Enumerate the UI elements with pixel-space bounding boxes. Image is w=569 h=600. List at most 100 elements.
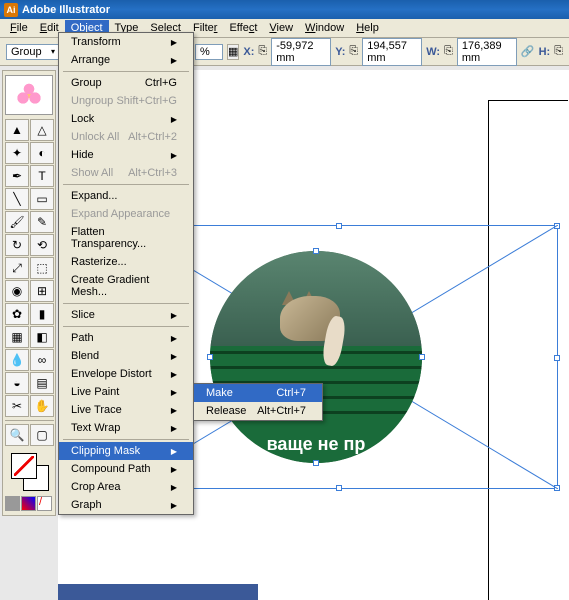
- tool-lasso[interactable]: ◐: [30, 142, 54, 164]
- submenu-arrow-icon: ▶: [171, 465, 177, 474]
- flower-icon: [14, 80, 44, 110]
- menu-item-rasterize-[interactable]: Rasterize...: [59, 253, 193, 271]
- tool-blend[interactable]: ∞: [30, 349, 54, 371]
- menu-item-path[interactable]: Path ▶: [59, 329, 193, 347]
- tool-rectangle[interactable]: ▭: [30, 188, 54, 210]
- menu-help[interactable]: Help: [350, 20, 385, 36]
- menu-item-blend[interactable]: Blend ▶: [59, 347, 193, 365]
- circle-handle-n[interactable]: [313, 248, 319, 254]
- handle-n[interactable]: [336, 223, 342, 229]
- menu-item-graph[interactable]: Graph▶: [59, 496, 193, 514]
- menu-item-lock[interactable]: Lock▶: [59, 110, 193, 128]
- handle-s[interactable]: [336, 485, 342, 491]
- tool-artboard[interactable]: ▢: [30, 424, 54, 446]
- menu-item-label: Create Gradient Mesh...: [71, 274, 177, 298]
- menu-item-live-trace[interactable]: Live Trace▶: [59, 401, 193, 419]
- tool-gradient[interactable]: ◧: [30, 326, 54, 348]
- swatch-modes[interactable]: /: [5, 496, 54, 511]
- circle-handle-w[interactable]: [207, 354, 213, 360]
- tool-zoom[interactable]: 🔍: [5, 424, 29, 446]
- app-title: Adobe Illustrator: [22, 4, 110, 16]
- tool-selection[interactable]: ▲: [5, 119, 29, 141]
- tool-live-paint[interactable]: ◒: [5, 372, 29, 394]
- menu-view[interactable]: View: [263, 20, 299, 36]
- menu-item-text-wrap[interactable]: Text Wrap▶: [59, 419, 193, 437]
- submenu-arrow-icon: ▶: [171, 38, 177, 47]
- submenu-arrow-icon: ▶: [171, 424, 177, 433]
- clipping-mask-submenu: MakeCtrl+7ReleaseAlt+Ctrl+7: [193, 383, 323, 421]
- menu-item-arrange[interactable]: Arrange▶: [59, 51, 193, 69]
- menu-item-unlock-all: Unlock AllAlt+Ctrl+2: [59, 128, 193, 146]
- tool-shear[interactable]: ⬚: [30, 257, 54, 279]
- submenu-item-release[interactable]: ReleaseAlt+Ctrl+7: [194, 402, 322, 420]
- menu-item-flatten-transparency-[interactable]: Flatten Transparency...: [59, 223, 193, 253]
- menu-item-label: Crop Area: [71, 481, 121, 493]
- tool-direct-selection[interactable]: △: [30, 119, 54, 141]
- tool-graph[interactable]: ▮: [30, 303, 54, 325]
- menu-item-live-paint[interactable]: Live Paint▶: [59, 383, 193, 401]
- tool-scale[interactable]: ⤢: [5, 257, 29, 279]
- tool-paintbrush[interactable]: 🖌: [5, 211, 29, 233]
- y-value: 194,557 mm: [367, 40, 417, 64]
- tool-warp[interactable]: ◉: [5, 280, 29, 302]
- align-pixel-button[interactable]: ▦: [227, 44, 239, 60]
- tool-pen[interactable]: ✒: [5, 165, 29, 187]
- tool-pencil[interactable]: ✎: [30, 211, 54, 233]
- submenu-arrow-icon: ▶: [171, 352, 177, 361]
- w-label: W:: [426, 46, 440, 58]
- menu-item-label: Blend: [71, 350, 99, 362]
- tool-symbol-sprayer[interactable]: ✿: [5, 303, 29, 325]
- tool-scissors[interactable]: ✂: [5, 395, 29, 417]
- menu-shortcut: Shift+Ctrl+G: [116, 95, 177, 107]
- menu-item-envelope-distort[interactable]: Envelope Distort▶: [59, 365, 193, 383]
- circle-handle-s[interactable]: [313, 460, 319, 466]
- menu-item-transform[interactable]: Transform▶: [59, 33, 193, 51]
- tool-mesh[interactable]: ▦: [5, 326, 29, 348]
- menu-item-slice[interactable]: Slice▶: [59, 306, 193, 324]
- menu-item-clipping-mask[interactable]: Clipping Mask▶: [59, 442, 193, 460]
- menu-effect[interactable]: Effect: [223, 20, 263, 36]
- tool-free-transform[interactable]: ⊞: [30, 280, 54, 302]
- submenu-arrow-icon: ▶: [171, 334, 177, 343]
- link-constrain-icon[interactable]: 🔗: [521, 45, 535, 58]
- circle-handle-e[interactable]: [419, 354, 425, 360]
- w-field[interactable]: 176,389 mm: [457, 38, 517, 66]
- tool-hand[interactable]: ✋: [30, 395, 54, 417]
- handle-ne[interactable]: [554, 223, 560, 229]
- tool-line[interactable]: ╲: [5, 188, 29, 210]
- submenu-item-make[interactable]: MakeCtrl+7: [194, 384, 322, 402]
- tool-type[interactable]: T: [30, 165, 54, 187]
- menu-item-group[interactable]: GroupCtrl+G: [59, 74, 193, 92]
- tool-rotate[interactable]: ↻: [5, 234, 29, 256]
- selection-type[interactable]: Group ▾: [6, 44, 60, 60]
- menu-item-expand-[interactable]: Expand...: [59, 187, 193, 205]
- tool-slice[interactable]: ▤: [30, 372, 54, 394]
- y-field[interactable]: 194,557 mm: [362, 38, 422, 66]
- menu-item-crop-area[interactable]: Crop Area▶: [59, 478, 193, 496]
- submenu-arrow-icon: ▶: [171, 115, 177, 124]
- handle-e[interactable]: [554, 355, 560, 361]
- menu-item-label: Unlock All: [71, 131, 119, 143]
- color-swatch[interactable]: [5, 449, 54, 493]
- selection-type-label: Group: [11, 46, 42, 58]
- handle-se[interactable]: [554, 485, 560, 491]
- x-field[interactable]: -59,972 mm: [271, 38, 331, 66]
- menu-item-create-gradient-mesh-[interactable]: Create Gradient Mesh...: [59, 271, 193, 301]
- tool-reflect[interactable]: ⟲: [30, 234, 54, 256]
- menu-item-label: Group: [71, 77, 102, 89]
- submenu-arrow-icon: ▶: [171, 370, 177, 379]
- menu-item-hide[interactable]: Hide▶: [59, 146, 193, 164]
- tool-eyedropper[interactable]: 💧: [5, 349, 29, 371]
- menu-item-label: Path: [71, 332, 94, 344]
- scrollbar-horizontal[interactable]: [58, 584, 258, 600]
- tool-magic-wand[interactable]: ✦: [5, 142, 29, 164]
- menu-window[interactable]: Window: [299, 20, 350, 36]
- submenu-label: Make: [206, 387, 233, 399]
- submenu-arrow-icon: ▶: [171, 388, 177, 397]
- clipped-image[interactable]: ваще не пр: [210, 251, 422, 463]
- opacity-field[interactable]: %: [195, 44, 223, 60]
- link-h-icon: ⎘: [554, 45, 563, 58]
- menu-item-compound-path[interactable]: Compound Path▶: [59, 460, 193, 478]
- menu-file[interactable]: File: [4, 20, 34, 36]
- submenu-label: Release: [206, 405, 246, 417]
